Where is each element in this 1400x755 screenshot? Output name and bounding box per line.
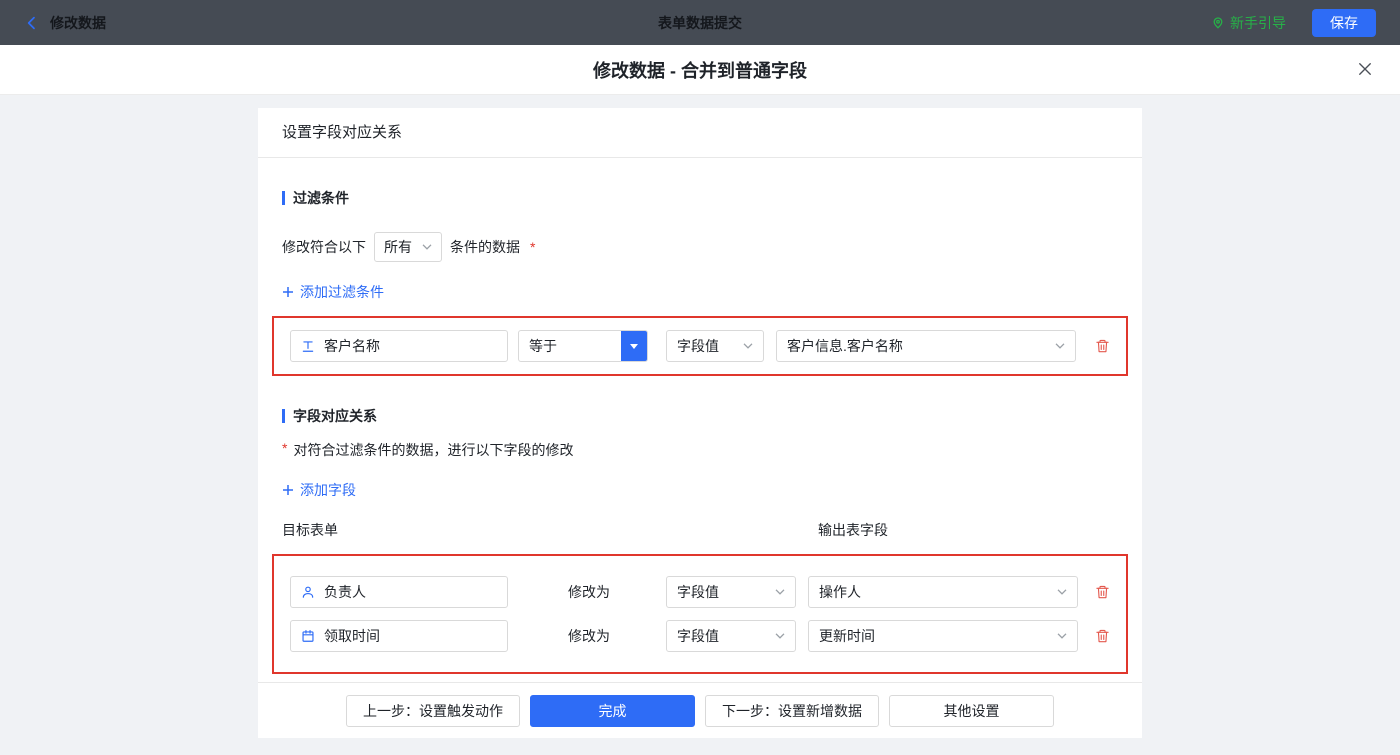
filter-rows-highlight-box: 等于 字段值 客户信息.客户名称 [272, 316, 1128, 376]
mapping-value-select[interactable]: 更新时间 [808, 620, 1078, 652]
mapping-value-type-select[interactable]: 字段值 [666, 576, 796, 608]
filter-value-type-select[interactable]: 字段值 [666, 330, 764, 362]
add-filter-condition-link[interactable]: 添加过滤条件 [282, 282, 384, 302]
beginner-guide-label: 新手引导 [1230, 14, 1286, 31]
user-icon [301, 585, 315, 599]
required-mark: * [282, 440, 288, 456]
back-button[interactable]: 修改数据 [24, 13, 106, 33]
plus-icon [282, 484, 294, 496]
delete-mapping-row-button[interactable] [1095, 584, 1110, 600]
filter-field-input[interactable] [290, 330, 508, 362]
mapping-value-select[interactable]: 操作人 [808, 576, 1078, 608]
location-pin-icon [1211, 15, 1225, 30]
mapping-rows-highlight-box: 修改为 字段值 操作人 [272, 554, 1128, 674]
modify-to-label: 修改为 [568, 584, 610, 600]
next-step-button[interactable]: 下一步：设置新增数据 [705, 694, 879, 727]
card-title: 设置字段对应关系 [258, 108, 1142, 158]
filter-suffix-label: 条件的数据 [450, 239, 520, 255]
mapping-field-input[interactable] [290, 620, 508, 652]
filter-value-select[interactable]: 客户信息.客户名称 [776, 330, 1076, 362]
filter-prefix-label: 修改符合以下 [282, 239, 366, 255]
dialog-body: 设置字段对应关系 过滤条件 修改符合以下 所有 条件的数据 * 添加过滤条件 客… [0, 95, 1400, 755]
chevron-down-icon [775, 589, 785, 595]
previous-step-button[interactable]: 上一步：设置触发动作 [346, 694, 520, 727]
done-button[interactable]: 完成 [530, 694, 695, 727]
section-accent-bar [282, 191, 285, 205]
chevron-down-icon [743, 343, 753, 349]
back-label: 修改数据 [50, 14, 106, 31]
filter-operator-select[interactable]: 等于 [518, 330, 648, 362]
close-icon[interactable] [1356, 60, 1374, 78]
settings-card: 设置字段对应关系 过滤条件 修改符合以下 所有 条件的数据 * 添加过滤条件 客… [258, 108, 1142, 738]
save-button[interactable]: 保存 [1312, 8, 1376, 37]
mapping-field-value[interactable] [324, 628, 497, 644]
mapping-section-title: 字段对应关系 [282, 406, 1118, 426]
operator-dropdown-button[interactable] [621, 331, 647, 361]
mapping-column-headers: 目标表单 输出表字段 [282, 520, 1118, 540]
other-settings-button[interactable]: 其他设置 [889, 694, 1054, 727]
dialog-header: 修改数据 - 合并到普通字段 [0, 45, 1400, 95]
filter-condition-line: 修改符合以下 所有 条件的数据 * [282, 232, 1118, 262]
back-chevron-icon [24, 15, 40, 31]
mapping-field-input[interactable] [290, 576, 508, 608]
filter-section-title: 过滤条件 [282, 188, 1118, 208]
topbar: 修改数据 表单数据提交 新手引导 保存 [0, 0, 1400, 45]
mapping-description: * 对符合过滤条件的数据，进行以下字段的修改 [282, 440, 574, 458]
filter-scope-select[interactable]: 所有 [374, 232, 442, 262]
mapping-row: 修改为 字段值 更新时间 [290, 620, 1110, 652]
delete-mapping-row-button[interactable] [1095, 628, 1110, 644]
section-accent-bar [282, 409, 285, 423]
dialog-title: 修改数据 - 合并到普通字段 [593, 60, 807, 81]
mapping-value-type-select[interactable]: 字段值 [666, 620, 796, 652]
chevron-down-icon [1055, 343, 1065, 349]
chevron-down-icon [422, 244, 432, 250]
delete-filter-row-button[interactable] [1095, 338, 1110, 354]
chevron-down-icon [1057, 589, 1067, 595]
required-mark: * [530, 239, 536, 255]
filter-field-value[interactable] [324, 338, 497, 354]
card-footer: 上一步：设置触发动作 完成 下一步：设置新增数据 其他设置 [258, 682, 1142, 738]
filter-row: 等于 字段值 客户信息.客户名称 [290, 330, 1110, 362]
modify-to-label: 修改为 [568, 628, 610, 644]
page-title: 表单数据提交 [658, 14, 742, 31]
calendar-icon [301, 629, 315, 643]
mapping-field-value[interactable] [324, 584, 497, 600]
chevron-down-icon [1057, 633, 1067, 639]
mapping-row: 修改为 字段值 操作人 [290, 576, 1110, 608]
add-field-link[interactable]: 添加字段 [282, 480, 356, 500]
chevron-down-icon [775, 633, 785, 639]
plus-icon [282, 286, 294, 298]
text-field-icon [301, 339, 315, 353]
beginner-guide-link[interactable]: 新手引导 [1211, 13, 1286, 33]
target-form-column-header: 目标表单 [282, 522, 338, 538]
output-field-column-header: 输出表字段 [818, 522, 888, 538]
